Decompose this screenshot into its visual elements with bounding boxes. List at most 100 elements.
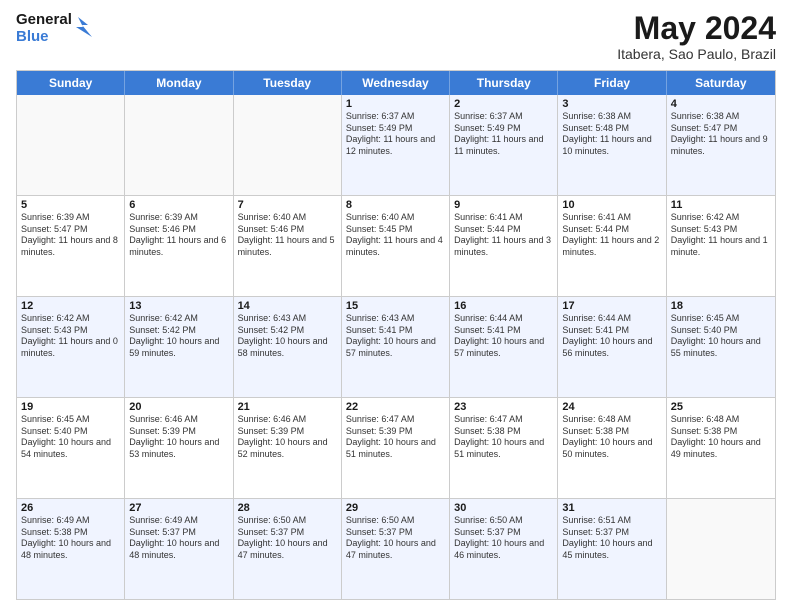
table-row: 13Sunrise: 6:42 AM Sunset: 5:42 PM Dayli… (125, 297, 233, 397)
day-info: Sunrise: 6:38 AM Sunset: 5:48 PM Dayligh… (562, 111, 661, 158)
day-info: Sunrise: 6:45 AM Sunset: 5:40 PM Dayligh… (21, 414, 120, 461)
table-row: 4Sunrise: 6:38 AM Sunset: 5:47 PM Daylig… (667, 95, 775, 195)
day-info: Sunrise: 6:51 AM Sunset: 5:37 PM Dayligh… (562, 515, 661, 562)
day-info: Sunrise: 6:40 AM Sunset: 5:45 PM Dayligh… (346, 212, 445, 259)
day-info: Sunrise: 6:39 AM Sunset: 5:46 PM Dayligh… (129, 212, 228, 259)
day-number: 29 (346, 502, 445, 514)
table-row: 30Sunrise: 6:50 AM Sunset: 5:37 PM Dayli… (450, 499, 558, 599)
day-number: 2 (454, 98, 553, 110)
day-info: Sunrise: 6:37 AM Sunset: 5:49 PM Dayligh… (454, 111, 553, 158)
table-row: 18Sunrise: 6:45 AM Sunset: 5:40 PM Dayli… (667, 297, 775, 397)
table-row: 6Sunrise: 6:39 AM Sunset: 5:46 PM Daylig… (125, 196, 233, 296)
table-row: 19Sunrise: 6:45 AM Sunset: 5:40 PM Dayli… (17, 398, 125, 498)
calendar-row: 26Sunrise: 6:49 AM Sunset: 5:38 PM Dayli… (17, 499, 775, 599)
day-number: 8 (346, 199, 445, 211)
day-info: Sunrise: 6:42 AM Sunset: 5:43 PM Dayligh… (671, 212, 771, 259)
logo-general: General (16, 12, 72, 29)
day-info: Sunrise: 6:46 AM Sunset: 5:39 PM Dayligh… (238, 414, 337, 461)
day-number: 30 (454, 502, 553, 514)
day-number: 31 (562, 502, 661, 514)
table-row (667, 499, 775, 599)
day-number: 24 (562, 401, 661, 413)
day-number: 3 (562, 98, 661, 110)
calendar-header: SundayMondayTuesdayWednesdayThursdayFrid… (17, 71, 775, 95)
table-row (125, 95, 233, 195)
day-info: Sunrise: 6:41 AM Sunset: 5:44 PM Dayligh… (454, 212, 553, 259)
day-info: Sunrise: 6:39 AM Sunset: 5:47 PM Dayligh… (21, 212, 120, 259)
table-row: 10Sunrise: 6:41 AM Sunset: 5:44 PM Dayli… (558, 196, 666, 296)
day-info: Sunrise: 6:50 AM Sunset: 5:37 PM Dayligh… (238, 515, 337, 562)
day-number: 7 (238, 199, 337, 211)
table-row: 17Sunrise: 6:44 AM Sunset: 5:41 PM Dayli… (558, 297, 666, 397)
table-row: 12Sunrise: 6:42 AM Sunset: 5:43 PM Dayli… (17, 297, 125, 397)
day-info: Sunrise: 6:50 AM Sunset: 5:37 PM Dayligh… (346, 515, 445, 562)
weekday-header: Friday (558, 71, 666, 95)
table-row: 21Sunrise: 6:46 AM Sunset: 5:39 PM Dayli… (234, 398, 342, 498)
day-info: Sunrise: 6:46 AM Sunset: 5:39 PM Dayligh… (129, 414, 228, 461)
day-info: Sunrise: 6:38 AM Sunset: 5:47 PM Dayligh… (671, 111, 771, 158)
table-row: 31Sunrise: 6:51 AM Sunset: 5:37 PM Dayli… (558, 499, 666, 599)
day-info: Sunrise: 6:44 AM Sunset: 5:41 PM Dayligh… (454, 313, 553, 360)
day-number: 23 (454, 401, 553, 413)
table-row: 15Sunrise: 6:43 AM Sunset: 5:41 PM Dayli… (342, 297, 450, 397)
calendar-row: 12Sunrise: 6:42 AM Sunset: 5:43 PM Dayli… (17, 297, 775, 398)
table-row: 2Sunrise: 6:37 AM Sunset: 5:49 PM Daylig… (450, 95, 558, 195)
day-number: 1 (346, 98, 445, 110)
table-row: 8Sunrise: 6:40 AM Sunset: 5:45 PM Daylig… (342, 196, 450, 296)
day-number: 19 (21, 401, 120, 413)
table-row: 29Sunrise: 6:50 AM Sunset: 5:37 PM Dayli… (342, 499, 450, 599)
title-block: May 2024 Itabera, Sao Paulo, Brazil (617, 12, 776, 62)
calendar-row: 5Sunrise: 6:39 AM Sunset: 5:47 PM Daylig… (17, 196, 775, 297)
day-info: Sunrise: 6:49 AM Sunset: 5:37 PM Dayligh… (129, 515, 228, 562)
logo: General Blue (16, 12, 94, 45)
day-number: 17 (562, 300, 661, 312)
month-year: May 2024 (617, 12, 776, 44)
table-row: 26Sunrise: 6:49 AM Sunset: 5:38 PM Dayli… (17, 499, 125, 599)
table-row: 27Sunrise: 6:49 AM Sunset: 5:37 PM Dayli… (125, 499, 233, 599)
calendar: SundayMondayTuesdayWednesdayThursdayFrid… (16, 70, 776, 600)
day-number: 5 (21, 199, 120, 211)
weekday-header: Thursday (450, 71, 558, 95)
weekday-header: Saturday (667, 71, 775, 95)
day-number: 6 (129, 199, 228, 211)
table-row: 16Sunrise: 6:44 AM Sunset: 5:41 PM Dayli… (450, 297, 558, 397)
table-row: 22Sunrise: 6:47 AM Sunset: 5:39 PM Dayli… (342, 398, 450, 498)
calendar-row: 1Sunrise: 6:37 AM Sunset: 5:49 PM Daylig… (17, 95, 775, 196)
weekday-header: Tuesday (234, 71, 342, 95)
day-number: 14 (238, 300, 337, 312)
table-row: 14Sunrise: 6:43 AM Sunset: 5:42 PM Dayli… (234, 297, 342, 397)
day-info: Sunrise: 6:40 AM Sunset: 5:46 PM Dayligh… (238, 212, 337, 259)
calendar-row: 19Sunrise: 6:45 AM Sunset: 5:40 PM Dayli… (17, 398, 775, 499)
table-row: 3Sunrise: 6:38 AM Sunset: 5:48 PM Daylig… (558, 95, 666, 195)
table-row: 23Sunrise: 6:47 AM Sunset: 5:38 PM Dayli… (450, 398, 558, 498)
day-info: Sunrise: 6:37 AM Sunset: 5:49 PM Dayligh… (346, 111, 445, 158)
table-row: 1Sunrise: 6:37 AM Sunset: 5:49 PM Daylig… (342, 95, 450, 195)
calendar-body: 1Sunrise: 6:37 AM Sunset: 5:49 PM Daylig… (17, 95, 775, 599)
day-number: 22 (346, 401, 445, 413)
table-row: 5Sunrise: 6:39 AM Sunset: 5:47 PM Daylig… (17, 196, 125, 296)
day-number: 21 (238, 401, 337, 413)
day-number: 9 (454, 199, 553, 211)
table-row: 24Sunrise: 6:48 AM Sunset: 5:38 PM Dayli… (558, 398, 666, 498)
day-number: 20 (129, 401, 228, 413)
day-info: Sunrise: 6:48 AM Sunset: 5:38 PM Dayligh… (671, 414, 771, 461)
day-info: Sunrise: 6:48 AM Sunset: 5:38 PM Dayligh… (562, 414, 661, 461)
day-info: Sunrise: 6:49 AM Sunset: 5:38 PM Dayligh… (21, 515, 120, 562)
day-info: Sunrise: 6:43 AM Sunset: 5:41 PM Dayligh… (346, 313, 445, 360)
table-row (17, 95, 125, 195)
table-row (234, 95, 342, 195)
day-number: 28 (238, 502, 337, 514)
day-number: 4 (671, 98, 771, 110)
day-number: 26 (21, 502, 120, 514)
day-info: Sunrise: 6:42 AM Sunset: 5:43 PM Dayligh… (21, 313, 120, 360)
table-row: 20Sunrise: 6:46 AM Sunset: 5:39 PM Dayli… (125, 398, 233, 498)
day-info: Sunrise: 6:47 AM Sunset: 5:39 PM Dayligh… (346, 414, 445, 461)
table-row: 28Sunrise: 6:50 AM Sunset: 5:37 PM Dayli… (234, 499, 342, 599)
page: General Blue May 2024 Itabera, Sao Paulo… (0, 0, 792, 612)
day-number: 25 (671, 401, 771, 413)
day-number: 16 (454, 300, 553, 312)
header: General Blue May 2024 Itabera, Sao Paulo… (16, 12, 776, 62)
day-info: Sunrise: 6:42 AM Sunset: 5:42 PM Dayligh… (129, 313, 228, 360)
location: Itabera, Sao Paulo, Brazil (617, 46, 776, 62)
table-row: 11Sunrise: 6:42 AM Sunset: 5:43 PM Dayli… (667, 196, 775, 296)
